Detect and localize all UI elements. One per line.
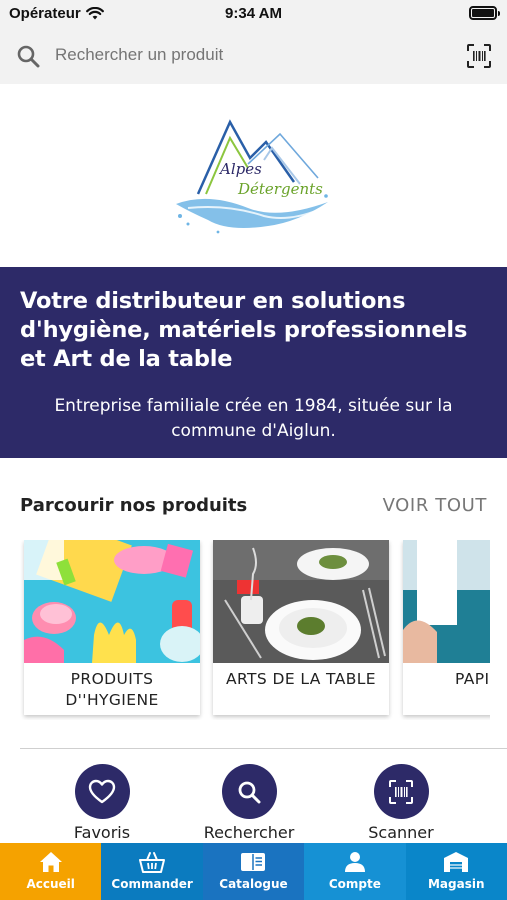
tab-label: Commander bbox=[111, 877, 193, 891]
category-card-paper[interactable]: PAPIER bbox=[403, 540, 490, 715]
barcode-scan-button[interactable] bbox=[465, 42, 493, 70]
category-card-hygiene[interactable]: PRODUITS D''HYGIENE bbox=[24, 540, 200, 715]
basket-icon bbox=[139, 852, 166, 873]
tab-compte[interactable]: Compte bbox=[304, 843, 406, 900]
search-action-button[interactable]: Rechercher bbox=[189, 764, 309, 844]
home-icon-wrap bbox=[38, 851, 64, 873]
banner-title: Votre distributeur en solutions d'hygièn… bbox=[20, 288, 468, 372]
status-time: 9:34 AM bbox=[225, 5, 282, 22]
section-divider bbox=[20, 748, 507, 749]
company-logo: Alpes Détergents bbox=[176, 119, 328, 234]
search-bar bbox=[0, 26, 507, 84]
tab-magasin[interactable]: Magasin bbox=[405, 843, 507, 900]
category-image-table-art bbox=[213, 540, 389, 663]
heart-icon bbox=[88, 779, 116, 803]
search-icon bbox=[17, 45, 40, 68]
tab-catalogue[interactable]: Catalogue bbox=[202, 843, 305, 900]
logo-area: Alpes Détergents bbox=[0, 84, 507, 267]
bottom-tab-bar: Accueil Commander Catalogue Compte Magas… bbox=[0, 843, 507, 900]
see-all-link[interactable]: VOIR TOUT bbox=[383, 495, 487, 516]
barcode-scan-icon bbox=[389, 779, 413, 804]
favorites-label: Favoris bbox=[73, 823, 131, 842]
scanner-button[interactable]: Scanner bbox=[341, 764, 461, 844]
banner-subtitle: Entreprise familiale crée en 1984, situé… bbox=[54, 396, 453, 441]
basket-icon-wrap bbox=[139, 851, 166, 873]
hero-banner: Votre distributeur en solutions d'hygièn… bbox=[0, 267, 507, 458]
category-image-hygiene bbox=[24, 540, 200, 663]
home-icon bbox=[39, 852, 62, 872]
tab-label: Catalogue bbox=[219, 877, 288, 891]
category-label: ARTS DE LA TABLE bbox=[226, 670, 376, 688]
store-icon bbox=[444, 852, 469, 872]
store-icon-wrap bbox=[443, 851, 469, 873]
category-card-table-art[interactable]: ARTS DE LA TABLE bbox=[213, 540, 389, 715]
favorites-circle bbox=[74, 764, 130, 819]
tab-commander[interactable]: Commander bbox=[101, 843, 203, 900]
tab-accueil[interactable]: Accueil bbox=[0, 843, 102, 900]
search-input[interactable] bbox=[55, 41, 435, 69]
search-action-circle bbox=[221, 764, 277, 819]
logo-text-detergents: Détergents bbox=[237, 180, 323, 198]
barcode-scan-icon bbox=[467, 44, 491, 68]
search-icon bbox=[238, 781, 261, 803]
user-icon-wrap bbox=[342, 851, 368, 873]
category-carousel[interactable]: PRODUITS D''HYGIENE ARTS DE LA TABLE PAP… bbox=[20, 540, 490, 720]
category-label: PAPIER bbox=[455, 670, 490, 688]
section-title: Parcourir nos produits bbox=[20, 495, 248, 516]
book-icon bbox=[241, 853, 266, 871]
tab-label: Accueil bbox=[26, 877, 75, 891]
status-bar: Opérateur 9:34 AM bbox=[0, 0, 507, 26]
search-action-label: Rechercher bbox=[203, 823, 295, 842]
scanner-circle bbox=[373, 764, 429, 819]
tab-label: Magasin bbox=[427, 877, 485, 891]
book-icon-wrap bbox=[240, 851, 266, 873]
scanner-label: Scanner bbox=[368, 823, 434, 842]
tab-label: Compte bbox=[328, 877, 381, 891]
category-label: PRODUITS D''HYGIENE bbox=[65, 670, 159, 709]
logo-text-alpes: Alpes bbox=[218, 160, 262, 178]
battery-icon bbox=[469, 6, 500, 20]
category-image-paper bbox=[403, 540, 490, 663]
user-icon bbox=[344, 852, 365, 872]
favorites-button[interactable]: Favoris bbox=[42, 764, 162, 844]
